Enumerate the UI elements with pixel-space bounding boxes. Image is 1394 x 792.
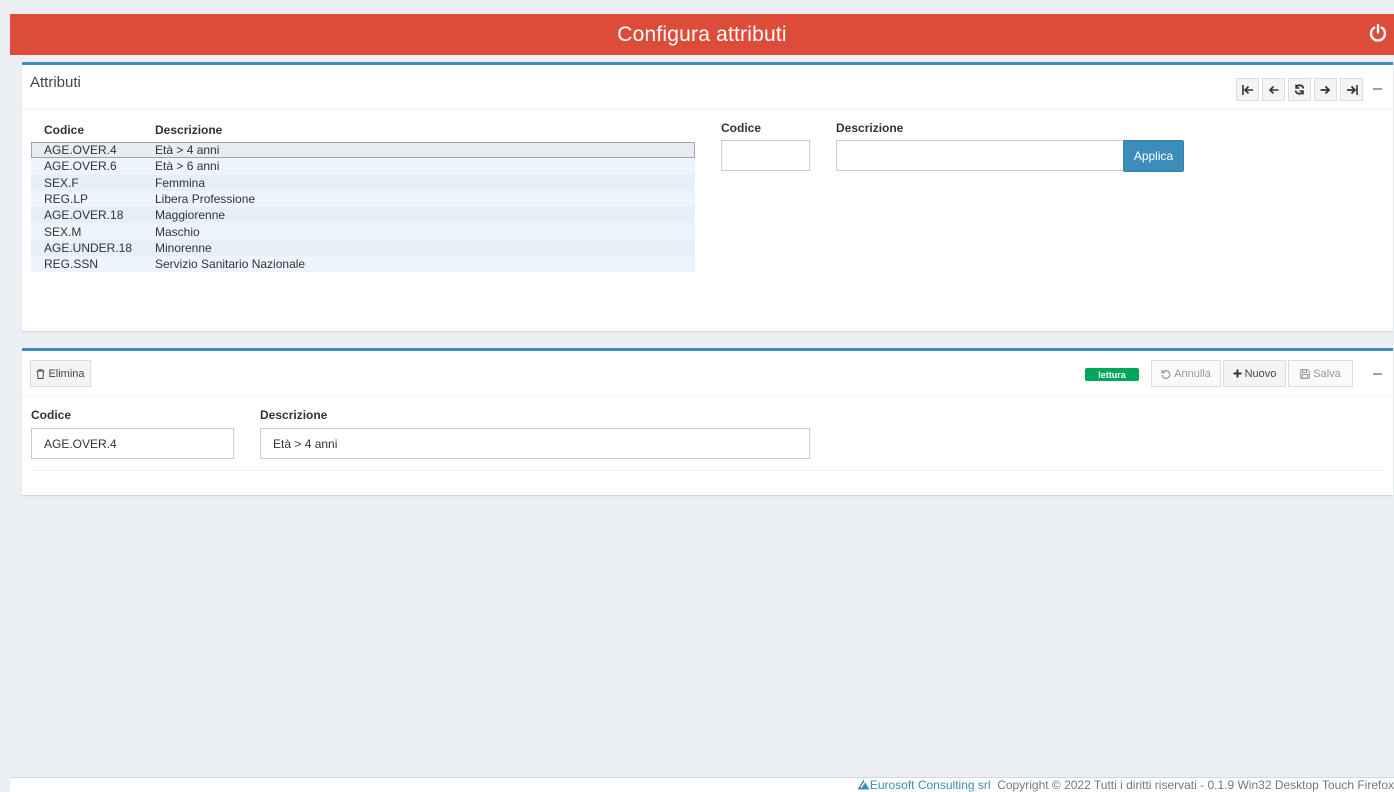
floppy-icon: [1300, 368, 1311, 379]
row-description-cell: Maggiorenne: [155, 208, 226, 223]
prev-icon: [1268, 85, 1279, 94]
row-description-cell: Età > 6 anni: [155, 159, 220, 174]
next-record-button[interactable]: [1314, 78, 1337, 101]
row-code-cell: AGE.UNDER.18: [44, 240, 133, 255]
minus-icon: [1372, 88, 1382, 90]
row-description-cell: Minorenne: [155, 240, 212, 255]
code-field-value: AGE.OVER.4: [44, 436, 117, 451]
table-row[interactable]: REG.LP Libera Professione: [31, 190, 695, 208]
last-icon: [1346, 84, 1358, 95]
cancel-button[interactable]: Annulla: [1151, 360, 1221, 387]
collapse-list-panel-button[interactable]: [1371, 82, 1383, 96]
table-row[interactable]: AGE.UNDER.18 Minorenne: [31, 239, 695, 257]
column-header-description[interactable]: Descrizione: [155, 119, 695, 142]
description-field-value: Età > 4 anni: [273, 436, 338, 451]
filter-code-input[interactable]: [721, 140, 810, 171]
row-description-cell: Libera Professione: [155, 192, 256, 207]
filter-code-label: Codice: [721, 121, 762, 135]
filter-description-input[interactable]: [836, 140, 1125, 171]
table-row[interactable]: AGE.OVER.4 Età > 4 anni: [31, 142, 695, 159]
apply-filter-button[interactable]: Applica: [1123, 140, 1184, 172]
attributes-table: Codice Descrizione AGE.OVER.4 Età > 4 ann…: [31, 119, 695, 273]
refresh-button[interactable]: [1288, 78, 1311, 101]
table-row[interactable]: SEX.M Maschio: [31, 223, 695, 240]
power-icon[interactable]: [1368, 23, 1388, 43]
row-code-cell: AGE.OVER.18: [44, 208, 124, 223]
row-code-cell: REG.LP: [44, 192, 89, 207]
table-header-row: Codice Descrizione: [31, 119, 695, 142]
minus-icon: [1372, 373, 1382, 375]
filter-description-label: Descrizione: [836, 121, 904, 135]
attributes-list-panel: Attributi Codice Descrizione AGE.OVER.4 …: [22, 62, 1393, 331]
collapse-detail-panel-button[interactable]: [1371, 367, 1383, 381]
previous-record-button[interactable]: [1262, 78, 1285, 101]
undo-icon: [1161, 369, 1171, 379]
row-code-cell: SEX.M: [44, 224, 82, 239]
save-button[interactable]: Salva: [1288, 360, 1353, 387]
company-link[interactable]: Eurosoft Consulting srl: [870, 778, 991, 792]
column-header-code[interactable]: Codice: [31, 119, 155, 142]
list-panel-title: Attributi: [30, 74, 81, 91]
plus-icon: [1233, 369, 1242, 378]
row-code-cell: REG.SSN: [44, 257, 99, 272]
code-field[interactable]: AGE.OVER.4: [31, 428, 234, 459]
eurosoft-logo-icon: [857, 779, 870, 790]
attribute-detail-panel: Elimina lettura Annulla Nuovo Salva Codi…: [22, 348, 1393, 495]
refresh-icon: [1294, 84, 1305, 95]
table-row[interactable]: REG.SSN Servizio Sanitario Nazionale: [31, 256, 695, 273]
trash-icon: [36, 368, 45, 379]
description-field-label: Descrizione: [260, 408, 328, 422]
list-panel-header: Attributi: [22, 65, 1393, 110]
row-description-cell: Servizio Sanitario Nazionale: [155, 257, 306, 272]
page-title: Configura attributi: [617, 22, 787, 46]
table-row[interactable]: AGE.OVER.6 Età > 6 anni: [31, 158, 695, 175]
footer: Eurosoft Consulting srl Copyright © 2022…: [10, 777, 1394, 792]
copyright-text: Copyright © 2022 Tutti i diritti riserva…: [990, 778, 1394, 792]
detail-panel-header: Elimina lettura Annulla Nuovo Salva: [22, 351, 1393, 396]
row-code-cell: AGE.OVER.4: [44, 143, 117, 158]
delete-button[interactable]: Elimina: [30, 360, 91, 387]
new-button-label: Nuovo: [1244, 367, 1277, 380]
row-description-cell: Età > 4 anni: [155, 143, 220, 158]
row-code-cell: AGE.OVER.6: [44, 159, 117, 174]
next-icon: [1320, 85, 1331, 94]
code-field-label: Codice: [31, 408, 72, 422]
row-code-cell: SEX.F: [44, 175, 79, 190]
app-header: Configura attributi: [10, 14, 1394, 55]
last-record-button[interactable]: [1340, 78, 1363, 101]
mode-badge: lettura: [1085, 368, 1139, 381]
row-description-cell: Femmina: [155, 175, 206, 190]
table-body: AGE.OVER.4 Età > 4 anni AGE.OVER.6 Età > 6 …: [31, 142, 695, 273]
record-navigation: [1236, 78, 1363, 101]
row-description-cell: Maschio: [155, 224, 200, 239]
description-field[interactable]: Età > 4 anni: [260, 428, 810, 459]
form-divider: [31, 470, 1384, 471]
save-button-label: Salva: [1313, 367, 1341, 380]
first-icon: [1241, 84, 1253, 95]
table-row[interactable]: SEX.F Femmina: [31, 174, 695, 191]
delete-button-label: Elimina: [48, 367, 85, 380]
new-button[interactable]: Nuovo: [1223, 360, 1286, 387]
cancel-button-label: Annulla: [1174, 367, 1211, 380]
table-row[interactable]: AGE.OVER.18 Maggiorenne: [31, 207, 695, 224]
first-record-button[interactable]: [1236, 78, 1259, 101]
